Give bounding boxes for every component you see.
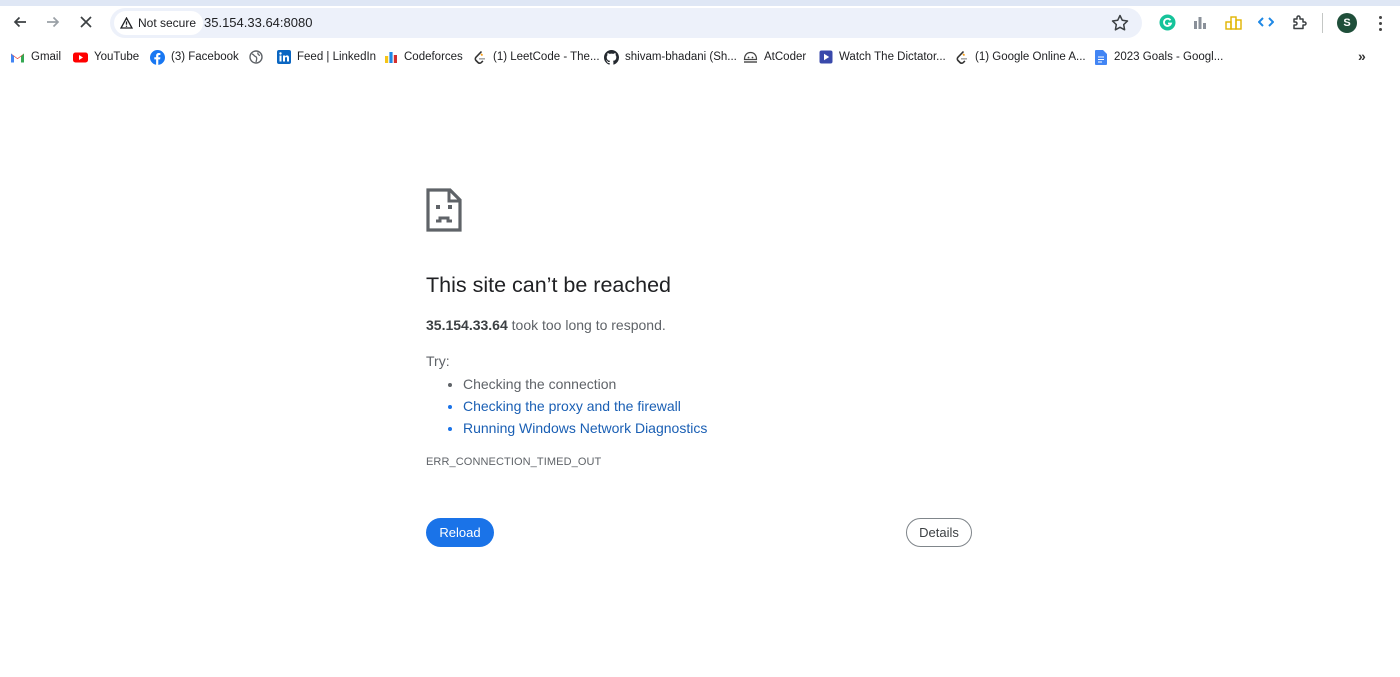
bookmark-label: AtCoder (764, 51, 807, 63)
bookmark-youtube[interactable]: YouTube (73, 48, 139, 66)
profile-avatar[interactable]: S (1337, 13, 1357, 33)
leetcode-icon (472, 50, 487, 65)
dot (1378, 27, 1382, 31)
security-chip[interactable]: Not secure (114, 11, 204, 35)
warning-triangle-icon (120, 17, 133, 29)
suggestion-text: Checking the connection (463, 376, 617, 392)
podium-icon (1224, 16, 1242, 30)
error-host: 35.154.33.64 (426, 317, 508, 333)
leetcode-icon (954, 50, 969, 65)
more-menu-button[interactable] (1372, 13, 1388, 33)
bookmarks-bar: Gmail YouTube (3) Facebook Feed | Linked… (0, 46, 1400, 68)
bookmark-gmail[interactable]: Gmail (10, 48, 61, 66)
browser-toolbar: Not secure 35.154.33.64:8080 S (0, 0, 1400, 44)
suggestion-text[interactable]: Checking the proxy and the firewall (463, 398, 681, 414)
facebook-icon (150, 49, 165, 65)
address-bar[interactable]: Not secure 35.154.33.64:8080 (110, 8, 1142, 38)
suggestions-list: Checking the connection Checking the pro… (444, 373, 707, 439)
gmail-icon (10, 50, 25, 65)
sad-page-icon (426, 188, 462, 232)
extensions-button[interactable] (1289, 12, 1309, 32)
linkedin-icon (276, 50, 291, 65)
podium-extension-icon[interactable] (1223, 12, 1243, 32)
chart-extension-icon[interactable] (1190, 12, 1210, 32)
globe-icon (248, 50, 263, 65)
more-bookmarks-chevron-icon[interactable]: » (1358, 48, 1366, 64)
bookmark-label: YouTube (94, 51, 140, 63)
stop-loading-button[interactable] (74, 10, 98, 34)
suggestion-network-diagnostics-link[interactable]: Running Windows Network Diagnostics (463, 417, 707, 439)
window-top-strip (0, 0, 1400, 6)
details-button[interactable]: Details (906, 518, 972, 547)
youtube-icon (73, 50, 88, 65)
error-title: This site can’t be reached (426, 273, 671, 297)
bookmark-label: Watch The Dictator... (839, 51, 946, 63)
bookmark-label: Codeforces (404, 51, 463, 63)
bookmark-video[interactable]: Watch The Dictator... (818, 48, 946, 66)
bookmark-label: Feed | LinkedIn (297, 51, 377, 63)
bookmark-label: (3) Facebook (171, 51, 239, 63)
bookmark-label: (1) Google Online A... (975, 51, 1086, 63)
code-brackets-icon (1258, 17, 1274, 27)
toolbar-divider (1322, 13, 1323, 33)
bookmark-2023-goals[interactable]: 2023 Goals - Googl... (1093, 48, 1223, 66)
grammarly-icon (1159, 14, 1175, 30)
forward-button[interactable] (41, 10, 65, 34)
docs-icon (1093, 49, 1108, 65)
suggestion-check-proxy-link[interactable]: Checking the proxy and the firewall (463, 395, 707, 417)
error-message: 35.154.33.64 took too long to respond. (426, 317, 666, 333)
bookmark-label: (1) LeetCode - The... (493, 51, 600, 63)
reload-button[interactable]: Reload (426, 518, 494, 547)
grammarly-extension-icon[interactable] (1157, 12, 1177, 32)
url-text[interactable]: 35.154.33.64:8080 (204, 15, 312, 30)
back-arrow-icon (13, 16, 26, 28)
code-extension-icon[interactable] (1256, 12, 1276, 32)
bookmark-label: 2023 Goals - Googl... (1114, 51, 1224, 63)
bookmark-atcoder[interactable]: AtCoder (743, 48, 806, 66)
dot (1378, 15, 1382, 19)
github-icon (604, 49, 619, 65)
forward-arrow-icon (47, 16, 60, 28)
bookmark-label: Gmail (31, 51, 62, 63)
codeforces-icon (383, 50, 398, 65)
back-button[interactable] (8, 10, 32, 34)
security-chip-label: Not secure (138, 16, 197, 30)
bookmark-linkedin[interactable]: Feed | LinkedIn (276, 48, 376, 66)
bookmark-label: shivam-bhadani (Sh... (625, 51, 737, 63)
error-message-text: took too long to respond. (507, 317, 666, 333)
bookmark-google-online[interactable]: (1) Google Online A... (954, 48, 1086, 66)
bookmark-facebook[interactable]: (3) Facebook (150, 48, 239, 66)
bar-chart-icon (1194, 17, 1206, 29)
atcoder-icon (743, 50, 758, 65)
error-code: ERR_CONNECTION_TIMED_OUT (426, 456, 602, 468)
bookmark-star-icon[interactable] (1110, 13, 1130, 33)
bookmark-github[interactable]: shivam-bhadani (Sh... (604, 48, 737, 66)
try-label: Try: (426, 353, 450, 369)
dot (1378, 21, 1382, 25)
bookmark-codeforces[interactable]: Codeforces (383, 48, 463, 66)
suggestion-text[interactable]: Running Windows Network Diagnostics (463, 420, 707, 436)
puzzle-icon (1292, 14, 1307, 29)
video-icon (818, 50, 833, 65)
bookmark-globe[interactable] (248, 48, 263, 66)
close-icon (80, 16, 92, 28)
bookmark-leetcode[interactable]: (1) LeetCode - The... (472, 48, 600, 66)
suggestion-check-connection: Checking the connection (463, 373, 707, 395)
